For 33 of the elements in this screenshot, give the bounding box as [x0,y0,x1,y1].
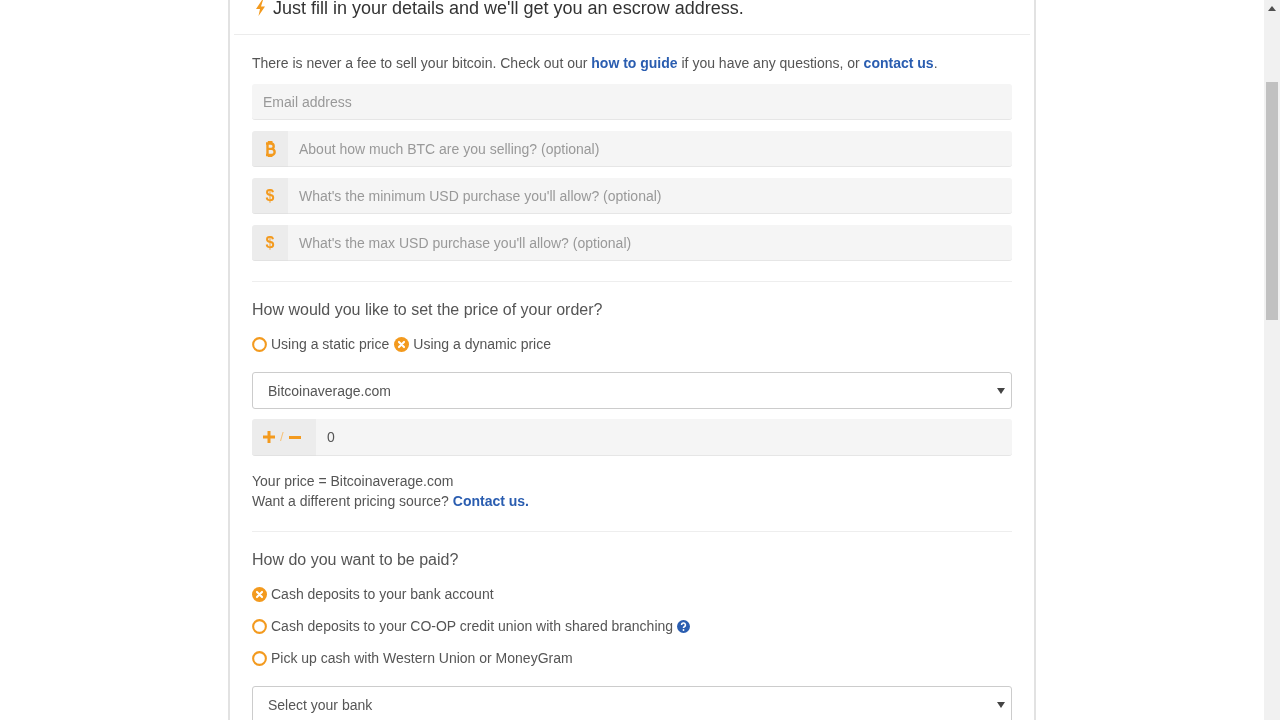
bitcoin-icon [252,131,288,167]
caret-icon [997,701,1005,708]
section-heading: How would you like to set the price of your order? [252,300,604,320]
lightning-bolt-icon [255,0,266,16]
separator-text: / [280,429,284,445]
intro-text: There is never a fee to sell your bitcoin. Check out our how to guide if you have any questions, or contact us. [252,54,939,73]
note-text: Your price = Bitcoinaverage.com [252,472,455,491]
section-heading: How do you want to be paid? [252,550,460,570]
bank-select[interactable]: Select your bank [252,686,1012,720]
currency-addon: $ [252,178,288,214]
radio-option[interactable]: Using a static price [252,334,390,354]
caret-icon [997,387,1005,394]
text-field[interactable]: What's the max USD purchase you'll allow? (optional) [288,225,1012,261]
radio-option[interactable]: Cash deposits to your bank account [252,584,494,604]
text-link[interactable]: how to guide [591,55,678,71]
scrollbar-thumb[interactable] [1266,82,1278,320]
radio-option[interactable]: Using a dynamic price [394,334,551,354]
plus-icon [263,431,275,443]
text-link[interactable]: contact us [863,55,934,71]
help-icon[interactable] [677,619,691,633]
price-source-select[interactable]: Bitcoinaverage.com [252,372,1012,409]
radio-option[interactable]: Cash deposits to your CO-OP credit union with shared branching [252,616,674,636]
price-adjustment-field[interactable]: 0 [316,419,1012,456]
currency-addon: $ [252,225,288,261]
scroll-up-arrow-icon[interactable] [1268,6,1276,11]
radio-option[interactable]: Pick up cash with Western Union or MoneyGram [252,648,573,668]
text-link[interactable]: Contact us. [452,493,529,509]
form-title: Just fill in your details and we'll get you an escrow address. [273,0,744,20]
text-field[interactable]: What's the minimum USD purchase you'll allow? (optional) [288,178,1012,214]
text-field[interactable]: About how much BTC are you selling? (optional) [288,131,1012,167]
minus-icon [288,435,301,439]
note-text: Want a different pricing source? Contact us. [252,492,530,511]
email-field[interactable]: Email address [252,84,1012,120]
